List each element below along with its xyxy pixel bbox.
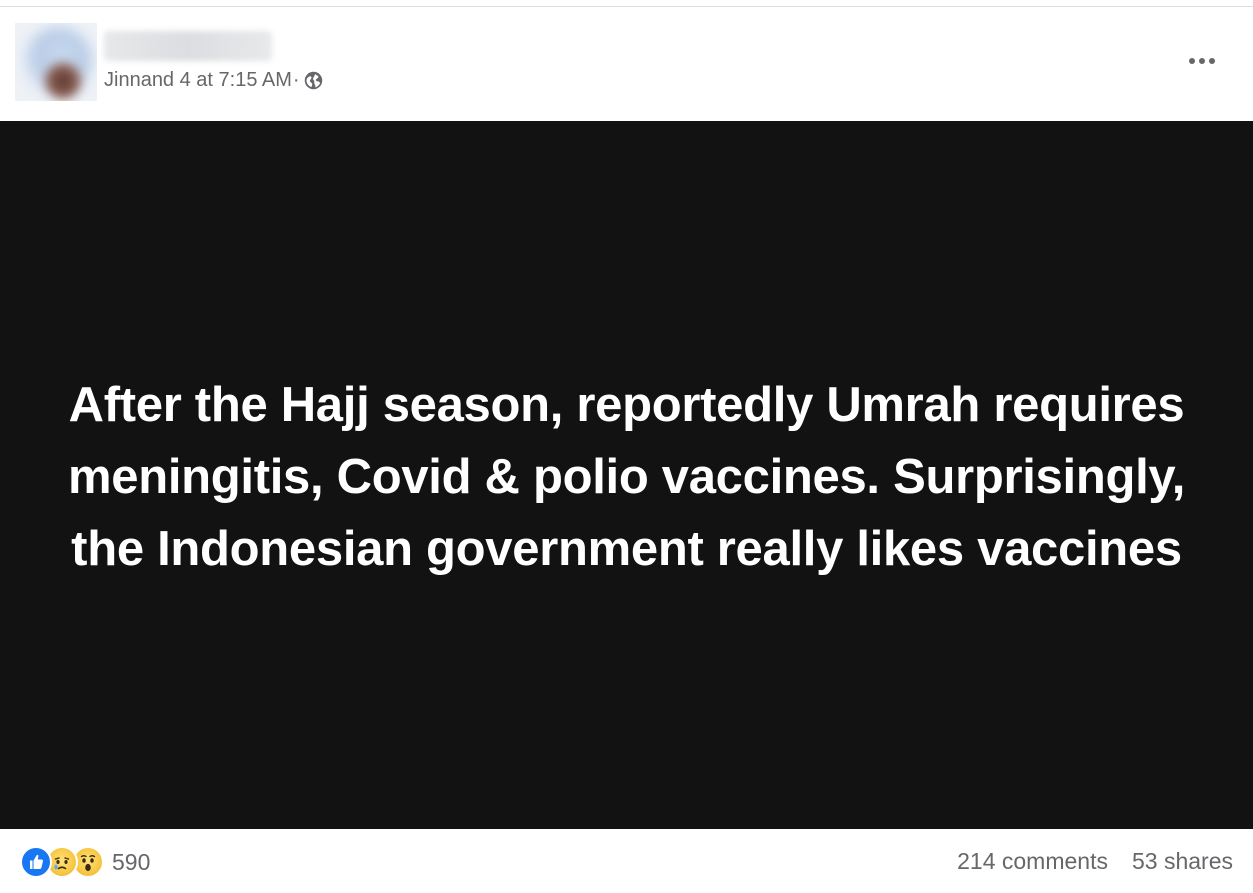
author-name-blurred[interactable] <box>104 31 272 61</box>
avatar[interactable] <box>15 23 97 101</box>
engagement-stats: 214 comments 53 shares <box>957 848 1233 875</box>
facebook-post: Jinnand 4 at 7:15 AM · After the Hajj se… <box>0 0 1253 893</box>
more-dot <box>1189 58 1195 64</box>
avatar-blur-face <box>45 63 81 99</box>
more-dot <box>1209 58 1215 64</box>
more-dot <box>1199 58 1205 64</box>
post-timestamp[interactable]: Jinnand 4 at 7:15 AM <box>104 69 292 92</box>
comments-count[interactable]: 214 comments <box>957 848 1108 875</box>
like-reaction-icon <box>20 846 52 878</box>
shares-count[interactable]: 53 shares <box>1132 848 1233 875</box>
reaction-count[interactable]: 590 <box>112 849 150 876</box>
post-image-text: After the Hajj season, reportedly Umrah … <box>67 378 1186 576</box>
post-header: Jinnand 4 at 7:15 AM · <box>0 7 1253 121</box>
reactions-summary[interactable]: 590 <box>20 846 150 878</box>
post-meta: Jinnand 4 at 7:15 AM · <box>104 67 324 93</box>
globe-icon[interactable] <box>303 70 324 91</box>
post-image[interactable]: After the Hajj season, reportedly Umrah … <box>0 121 1253 829</box>
meta-separator: · <box>292 68 300 91</box>
more-options-icon[interactable] <box>1180 49 1224 73</box>
post-footer: 590 214 comments 53 shares <box>0 829 1253 893</box>
